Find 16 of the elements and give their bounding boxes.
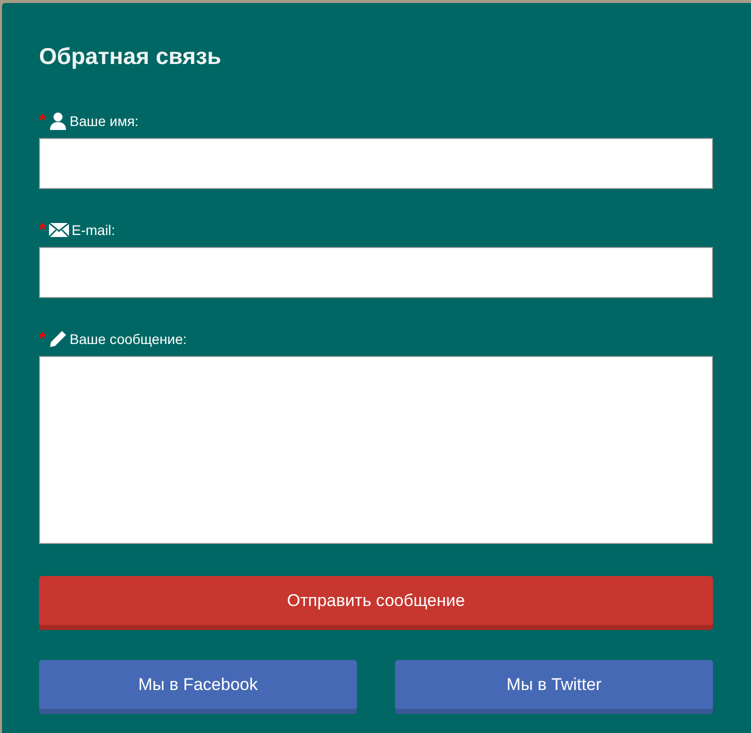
envelope-icon bbox=[48, 223, 69, 237]
required-mark: * bbox=[39, 329, 46, 349]
required-mark: * bbox=[39, 111, 46, 131]
person-icon bbox=[48, 112, 67, 130]
form-title: Обратная связь bbox=[39, 45, 222, 68]
pencil-icon bbox=[48, 330, 67, 348]
message-field[interactable] bbox=[39, 356, 713, 544]
social-button[interactable]: Мы в Twitter bbox=[395, 660, 713, 714]
field-label: Ваше сообщение: bbox=[70, 331, 187, 347]
field-label: Ваше имя: bbox=[70, 113, 139, 129]
social-button[interactable]: Мы в Facebook bbox=[39, 660, 357, 714]
submit-button[interactable]: Отправить сообщение bbox=[39, 576, 713, 630]
input-field[interactable] bbox=[39, 138, 713, 189]
required-mark: * bbox=[39, 220, 46, 240]
input-field[interactable] bbox=[39, 247, 713, 298]
field-label: E-mail: bbox=[72, 222, 116, 238]
